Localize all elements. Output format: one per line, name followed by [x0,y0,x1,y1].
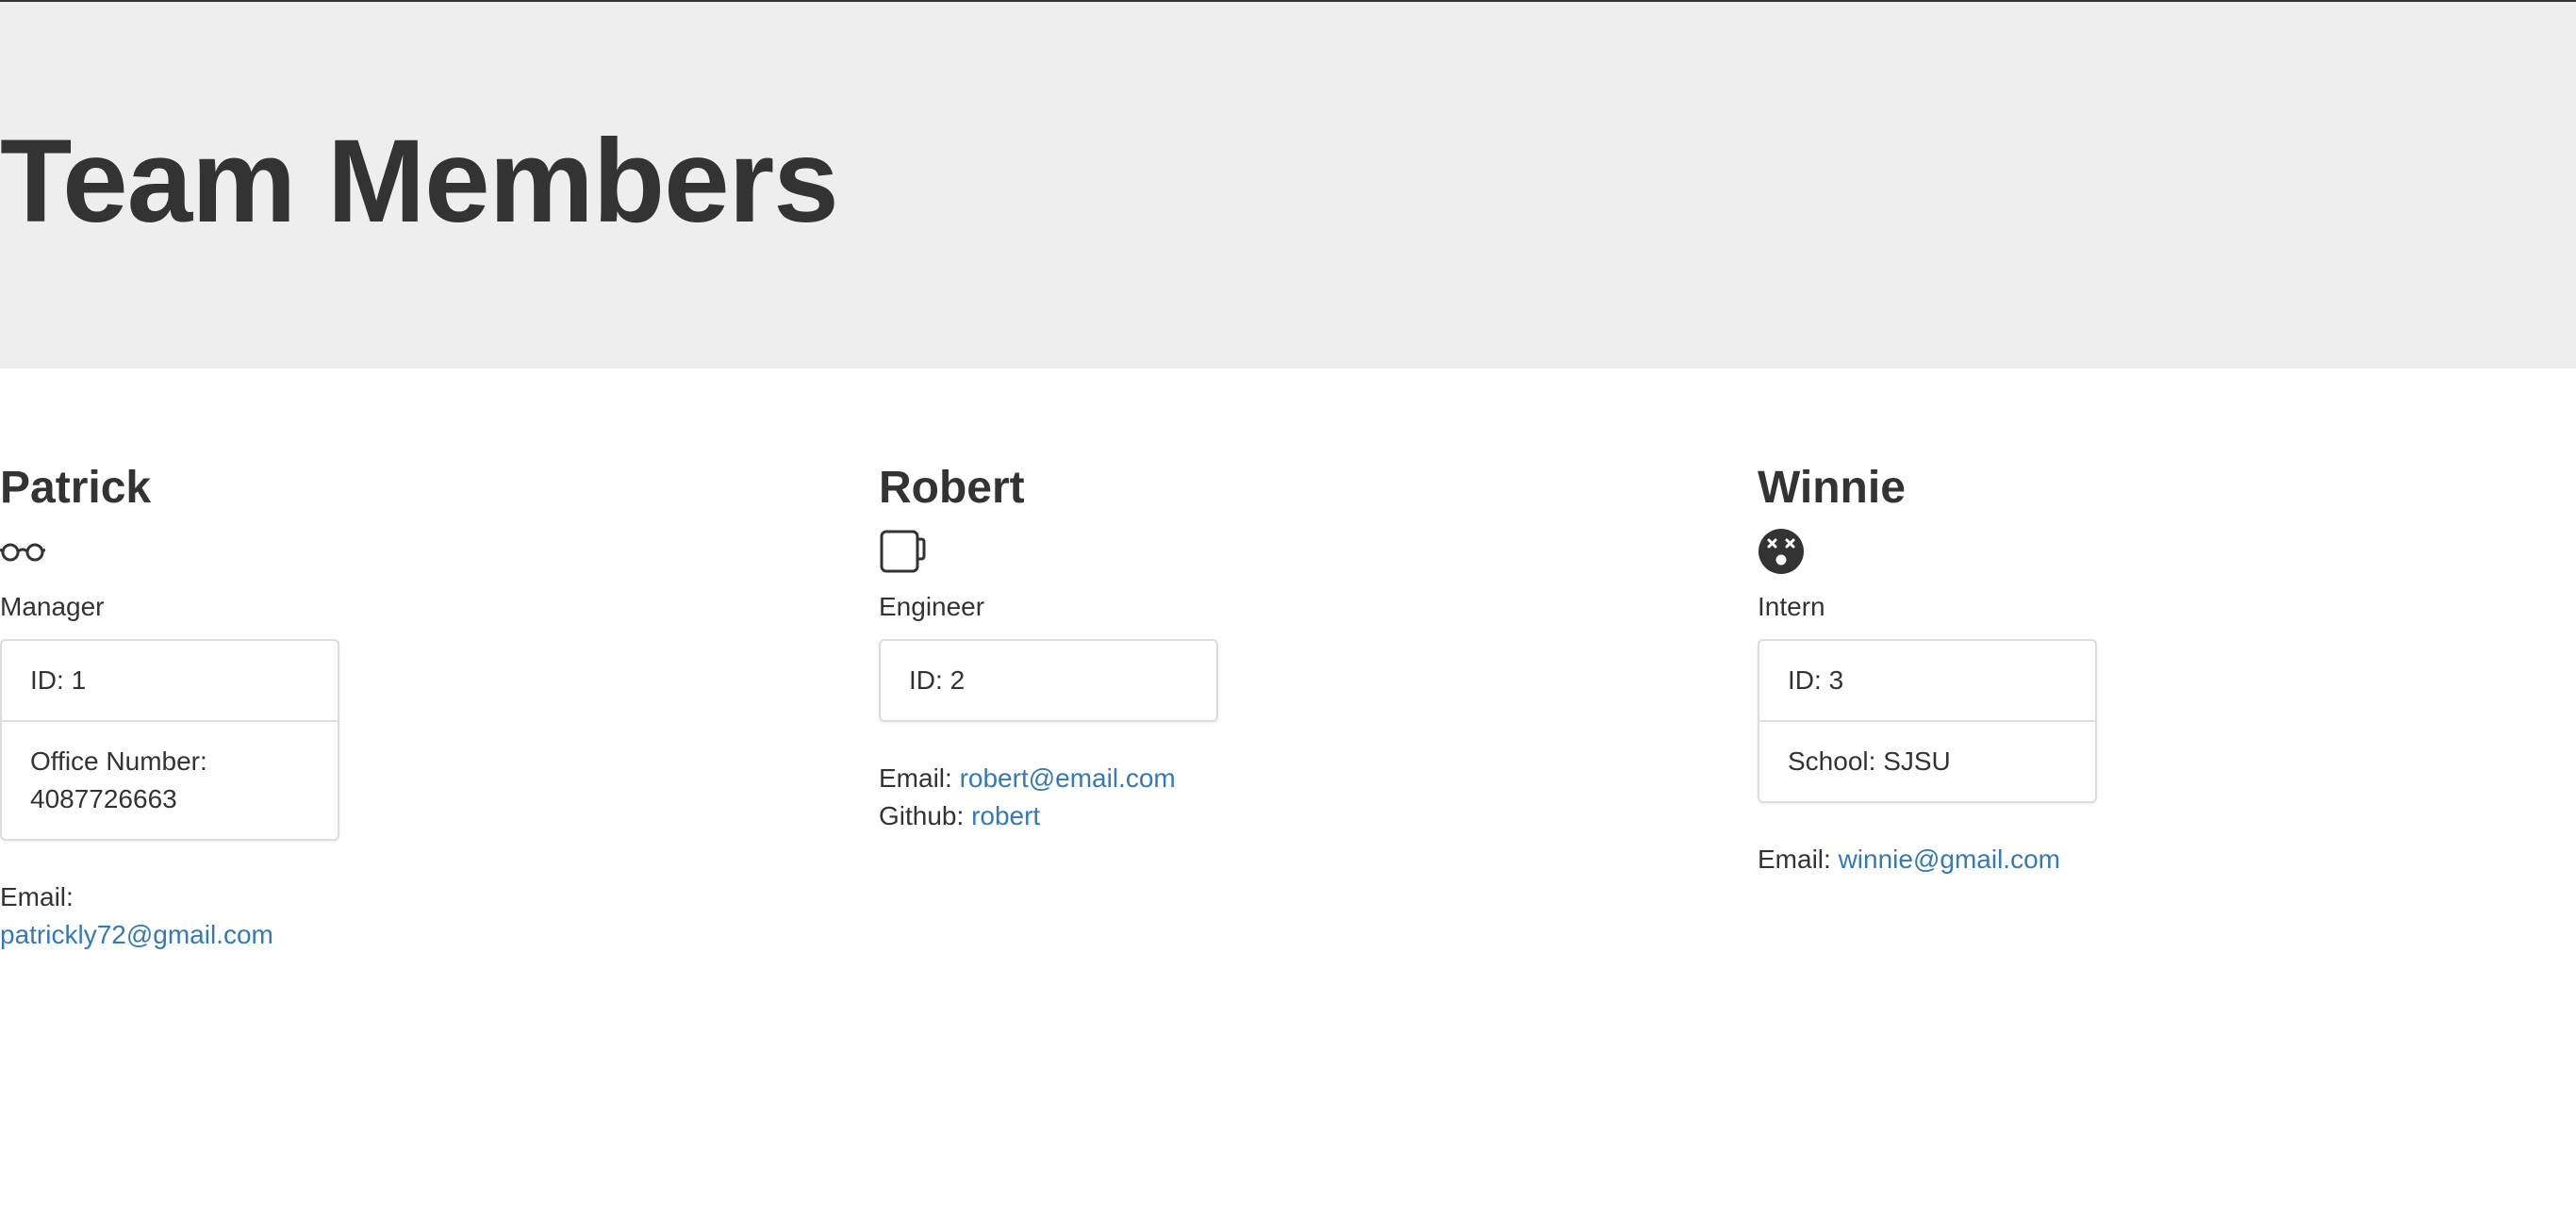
member-role: Intern [1758,592,1825,621]
email-link[interactable]: patrickly72@gmail.com [0,920,273,949]
email-link[interactable]: winnie@gmail.com [1839,845,2060,874]
list-item-id: ID: 2 [909,665,966,695]
member-card-manager: Patrick Manager ID: 1 Office Number: 408… [0,460,660,954]
member-role: Manager [0,592,105,621]
member-name: Patrick [0,463,152,513]
email-link[interactable]: robert@email.com [960,763,1176,793]
member-role: Engineer [879,592,985,621]
member-contacts: Email: patrickly72@gmail.com [0,878,321,954]
github-link[interactable]: robert [971,801,1040,830]
member-details-list: ID: 1 Office Number: 4087726663 [0,639,339,841]
member-contacts: Email: winnie@gmail.com [1758,841,2418,878]
header-jumbotron: Team Members [0,0,2576,369]
list-item-office-number: Office Number: 4087726663 [2,720,338,839]
member-details-list: ID: 3 School: SJSU [1758,639,2097,803]
email-label: Email: [0,882,74,911]
list-item-id: ID: 3 [1788,665,1844,695]
email-label: Email: [1758,845,1831,874]
member-name: Winnie [1758,463,1906,513]
page-title: Team Members [0,116,839,247]
list-item-id: ID: 1 [30,665,87,695]
mug-icon [879,528,926,580]
dizzy-face-icon [1758,528,1805,580]
list-item-school: School: SJSU [1759,720,2095,801]
member-contacts: Email: robert@email.com Github: robert [879,760,1539,835]
email-label: Email: [879,763,952,793]
member-card-intern: Winnie Intern ID: 3 School: SJSU Email: … [1758,460,2418,878]
member-card-engineer: Robert Engineer ID: 2 Email: robert@emai… [879,460,1539,835]
glasses-icon [0,541,46,566]
member-details-list: ID: 2 [879,639,1218,722]
github-label: Github: [879,801,965,830]
member-name: Robert [879,463,1025,513]
